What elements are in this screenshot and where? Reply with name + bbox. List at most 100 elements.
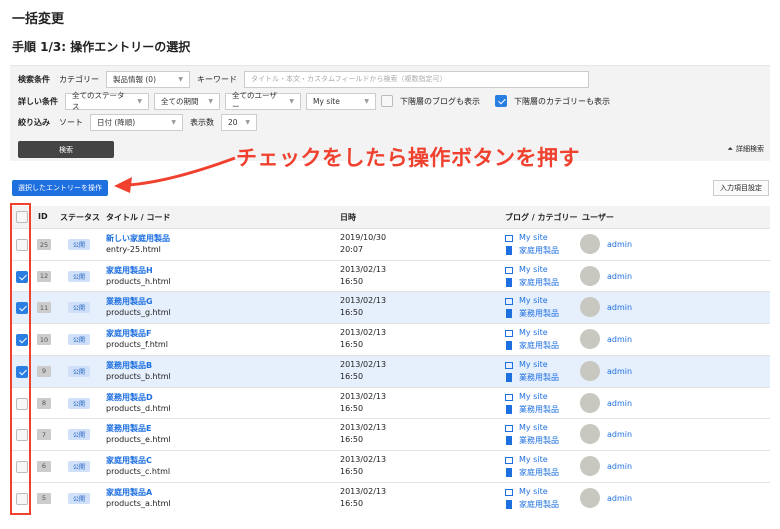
user-link[interactable]: admin [607, 272, 632, 281]
user-link[interactable]: admin [607, 303, 632, 312]
entry-time: 16:50 [340, 498, 364, 508]
avatar [580, 265, 600, 286]
entry-code: products_e.html [106, 435, 171, 445]
table-row: 25 公開 新しい家庭用製品 entry-25.html 2019/10/30 … [10, 228, 770, 260]
entry-title-link[interactable]: 新しい家庭用製品 [106, 233, 170, 244]
sort-select[interactable]: 日付 (降順) ▼ [90, 113, 183, 131]
site-select[interactable]: My site ▼ [306, 92, 376, 110]
entry-code: products_d.html [106, 403, 171, 413]
site-link[interactable]: My site [519, 487, 548, 496]
caret-down-icon: ▼ [245, 118, 250, 126]
site-link[interactable]: My site [519, 360, 548, 369]
caret-down-icon: ▼ [364, 97, 369, 105]
user-link[interactable]: admin [607, 240, 632, 249]
site-link[interactable]: My site [519, 392, 548, 401]
avatar [580, 234, 600, 254]
status-badge: 公開 [68, 460, 90, 472]
category-link[interactable]: 業務用製品 [519, 435, 559, 446]
avatar [580, 455, 600, 476]
user-link[interactable]: admin [607, 335, 632, 344]
count-value: 20 [228, 117, 238, 127]
status-badge: 公開 [68, 429, 90, 441]
caret-down-icon: ▼ [289, 97, 294, 105]
category-link[interactable]: 家庭用製品 [519, 277, 559, 288]
site-icon [505, 298, 513, 306]
entry-time: 16:50 [340, 308, 364, 318]
advanced-search-toggle[interactable]: ⏶ 詳細検索 [727, 144, 764, 154]
search-button[interactable]: 検索 [18, 141, 114, 158]
sub-blog-checkbox[interactable] [381, 95, 393, 107]
category-link[interactable]: 家庭用製品 [519, 467, 559, 478]
entry-time: 20:07 [340, 245, 364, 254]
entry-code: products_c.html [106, 466, 171, 476]
category-select[interactable]: 製品情報 (0) ▼ [106, 70, 190, 88]
sub-category-checkbox[interactable] [495, 95, 507, 107]
avatar [580, 487, 600, 508]
entry-title-link[interactable]: 家庭用製品C [106, 455, 152, 466]
entry-title-link[interactable]: 業務用製品E [106, 423, 151, 434]
entry-title-link[interactable]: 家庭用製品H [106, 265, 153, 276]
operate-selected-button[interactable]: 選択したエントリーを操作 [12, 180, 108, 196]
category-link[interactable]: 家庭用製品 [519, 245, 559, 256]
user-link[interactable]: admin [607, 367, 632, 376]
category-icon [506, 309, 512, 319]
category-link[interactable]: 業務用製品 [519, 308, 559, 319]
narrow-label: 絞り込み [18, 117, 50, 127]
entry-title-link[interactable]: 家庭用製品A [106, 487, 152, 498]
id-badge: 9 [37, 365, 51, 377]
table-row: 5 公開 家庭用製品A products_a.html 2013/02/13 1… [10, 481, 770, 514]
user-link[interactable]: admin [607, 399, 632, 408]
entry-date: 2013/02/13 [340, 486, 387, 496]
advanced-search-label: 詳細検索 [736, 145, 764, 153]
user-select[interactable]: 全てのユーザー ▼ [225, 91, 301, 111]
user-link[interactable]: admin [607, 430, 632, 439]
entry-code: products_g.html [106, 308, 171, 318]
id-badge: 11 [37, 302, 51, 314]
user-link[interactable]: admin [607, 462, 632, 471]
site-link[interactable]: My site [519, 328, 548, 337]
count-select[interactable]: 20 ▼ [221, 113, 257, 131]
entry-date: 2013/02/13 [340, 454, 387, 464]
site-icon [505, 456, 513, 464]
caret-down-icon: ▼ [208, 97, 213, 105]
search-conditions-label: 検索条件 [18, 74, 50, 84]
category-link[interactable]: 家庭用製品 [519, 499, 559, 510]
user-link[interactable]: admin [607, 494, 632, 503]
site-link[interactable]: My site [519, 455, 548, 464]
category-link[interactable]: 業務用製品 [519, 372, 559, 383]
site-link[interactable]: My site [519, 233, 548, 242]
table-row: 9 公開 業務用製品B products_b.html 2013/02/13 1… [10, 354, 770, 387]
avatar [580, 392, 600, 413]
caret-down-icon: ▼ [137, 97, 142, 105]
site-icon [505, 393, 513, 401]
site-link[interactable]: My site [519, 296, 548, 305]
annotation-arrow-icon [114, 156, 236, 193]
keyword-input[interactable]: タイトル・本文・カスタムフィールドから検索（複数指定可） [244, 70, 589, 88]
header-blog: ブログ / カテゴリー [505, 213, 578, 222]
entry-title-link[interactable]: 業務用製品G [106, 296, 153, 307]
table-row: 12 公開 家庭用製品H products_h.html 2013/02/13 … [10, 259, 770, 292]
entry-code: products_h.html [106, 276, 171, 286]
header-user: ユーザー [582, 213, 614, 222]
category-icon [506, 341, 512, 351]
field-settings-button[interactable]: 入力項目設定 [713, 180, 769, 196]
avatar [580, 329, 600, 350]
sort-label: ソート [59, 117, 83, 127]
site-link[interactable]: My site [519, 423, 548, 432]
status-badge: 公開 [68, 334, 90, 346]
status-select[interactable]: 全てのステータス ▼ [65, 91, 149, 111]
entry-title-link[interactable]: 業務用製品B [106, 360, 152, 371]
entry-date: 2013/02/13 [340, 264, 387, 274]
id-badge: 10 [37, 334, 51, 346]
header-id: ID [38, 212, 48, 221]
site-link[interactable]: My site [519, 265, 548, 274]
entry-code: products_a.html [106, 498, 171, 508]
avatar [580, 360, 600, 381]
category-link[interactable]: 家庭用製品 [519, 340, 559, 351]
status-value: 全てのステータス [72, 91, 125, 111]
entry-title-link[interactable]: 業務用製品D [106, 392, 153, 403]
table-row: 11 公開 業務用製品G products_g.html 2013/02/13 … [10, 291, 770, 324]
entry-title-link[interactable]: 家庭用製品F [106, 328, 151, 339]
category-link[interactable]: 業務用製品 [519, 404, 559, 415]
period-select[interactable]: 全ての期間 ▼ [154, 92, 220, 110]
